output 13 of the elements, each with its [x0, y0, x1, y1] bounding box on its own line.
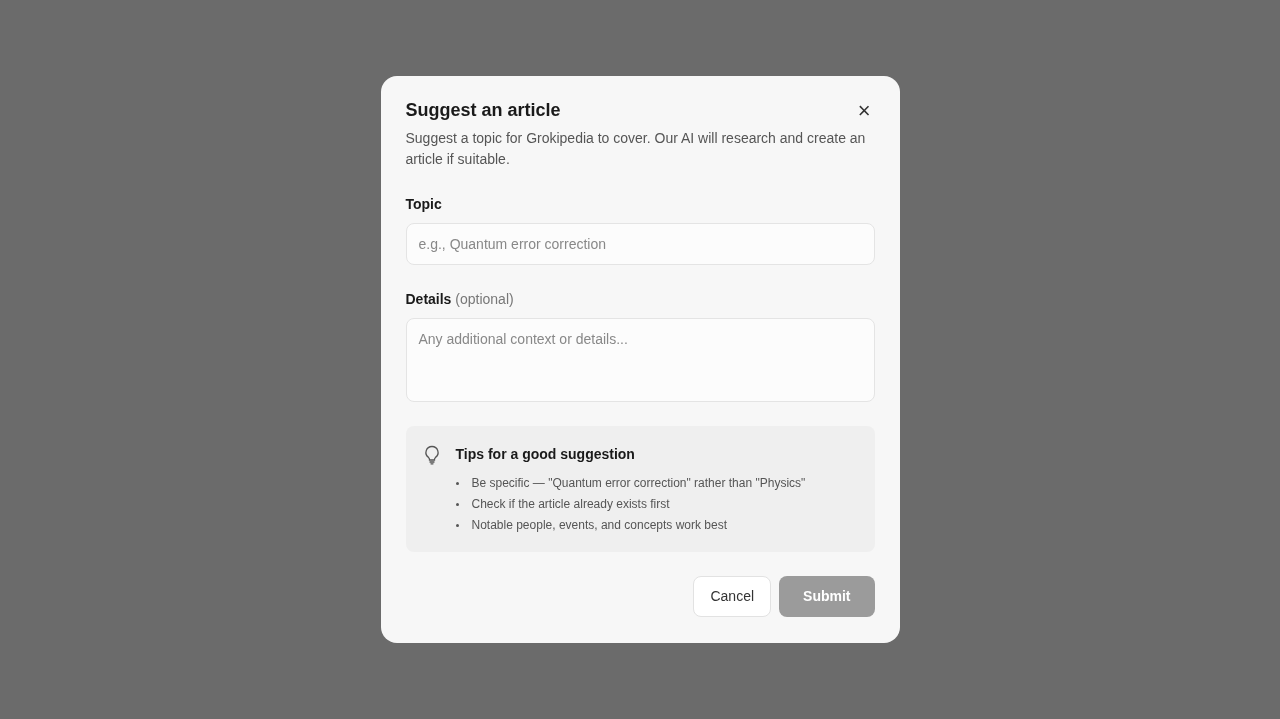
details-text-area[interactable]: Any additional context or details...	[405, 318, 875, 402]
dialog-description: Suggest a topic for Grokipedia to cover. Our AI will research and create an article if suitable.	[405, 129, 867, 169]
cancel-button[interactable]: Cancel	[693, 576, 772, 617]
lightbulb-icon	[423, 445, 440, 465]
dialog-title: Suggest an article	[405, 100, 561, 122]
field-label: Topic	[405, 195, 443, 214]
tip-item: Check if the article already exists first	[455, 494, 806, 515]
tip-item: Notable people, events, and concepts work best	[455, 515, 806, 536]
tip-item: Be specific — "Quantum error correction" rather than "Physics"	[455, 473, 806, 494]
field-label: Details (optional)	[405, 290, 515, 309]
close-button[interactable]: ×	[853, 100, 875, 122]
topic-input-field[interactable]: e.g., Quantum error correction	[405, 223, 875, 265]
tips-title: Tips for a good suggestion	[455, 445, 636, 464]
